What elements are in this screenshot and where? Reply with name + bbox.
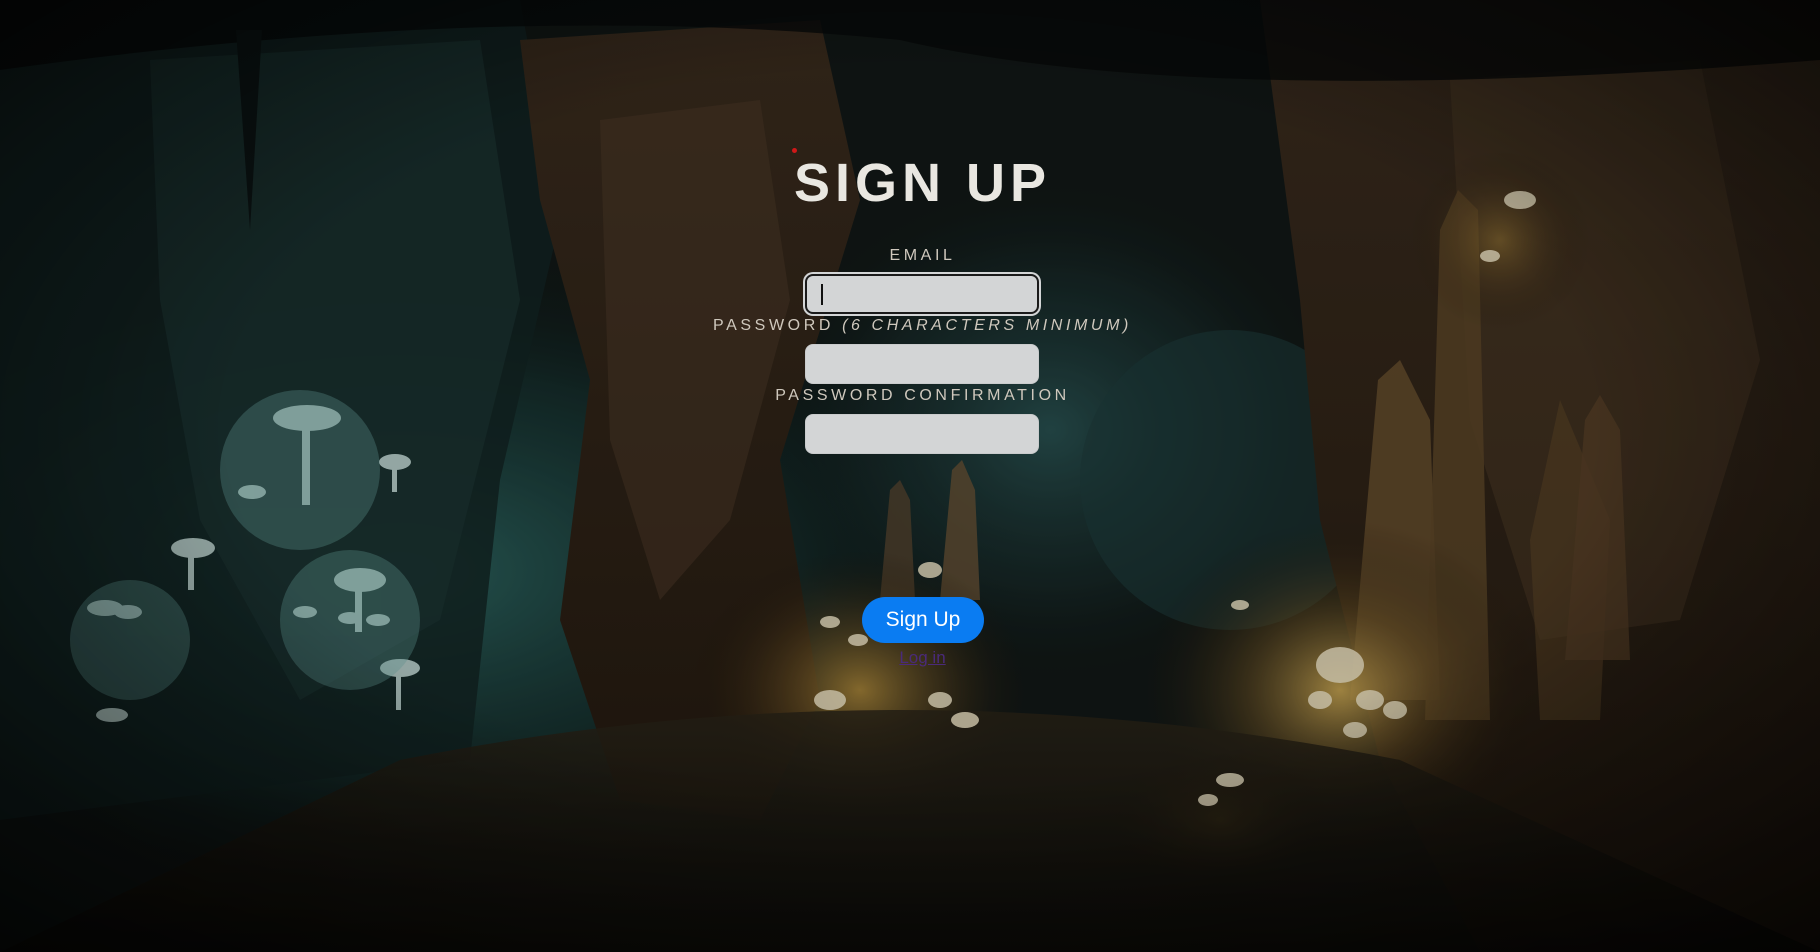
page-title: SIGN UP bbox=[793, 153, 1052, 213]
password-confirmation-field[interactable] bbox=[805, 414, 1039, 454]
password-confirmation-label: PASSWORD CONFIRMATION bbox=[0, 387, 1820, 405]
password-confirmation-label-text: PASSWORD CONFIRMATION bbox=[775, 387, 1070, 404]
text-caret bbox=[821, 284, 823, 305]
password-field[interactable] bbox=[805, 344, 1039, 384]
password-hint: (6 CHARACTERS MINIMUM) bbox=[842, 317, 1132, 334]
email-label: EMAIL bbox=[0, 247, 1820, 265]
password-label: PASSWORD (6 CHARACTERS MINIMUM) bbox=[0, 317, 1820, 335]
login-link-container: Log in bbox=[0, 648, 1820, 668]
password-label-text: PASSWORD bbox=[713, 317, 843, 334]
sign-up-button[interactable]: Sign Up bbox=[862, 597, 984, 643]
signup-page: SIGN UP EMAIL PASSWORD (6 CHARACTERS MIN… bbox=[0, 0, 1820, 952]
login-link[interactable]: Log in bbox=[899, 648, 945, 667]
email-label-text: EMAIL bbox=[889, 247, 956, 264]
email-field[interactable] bbox=[805, 274, 1039, 314]
